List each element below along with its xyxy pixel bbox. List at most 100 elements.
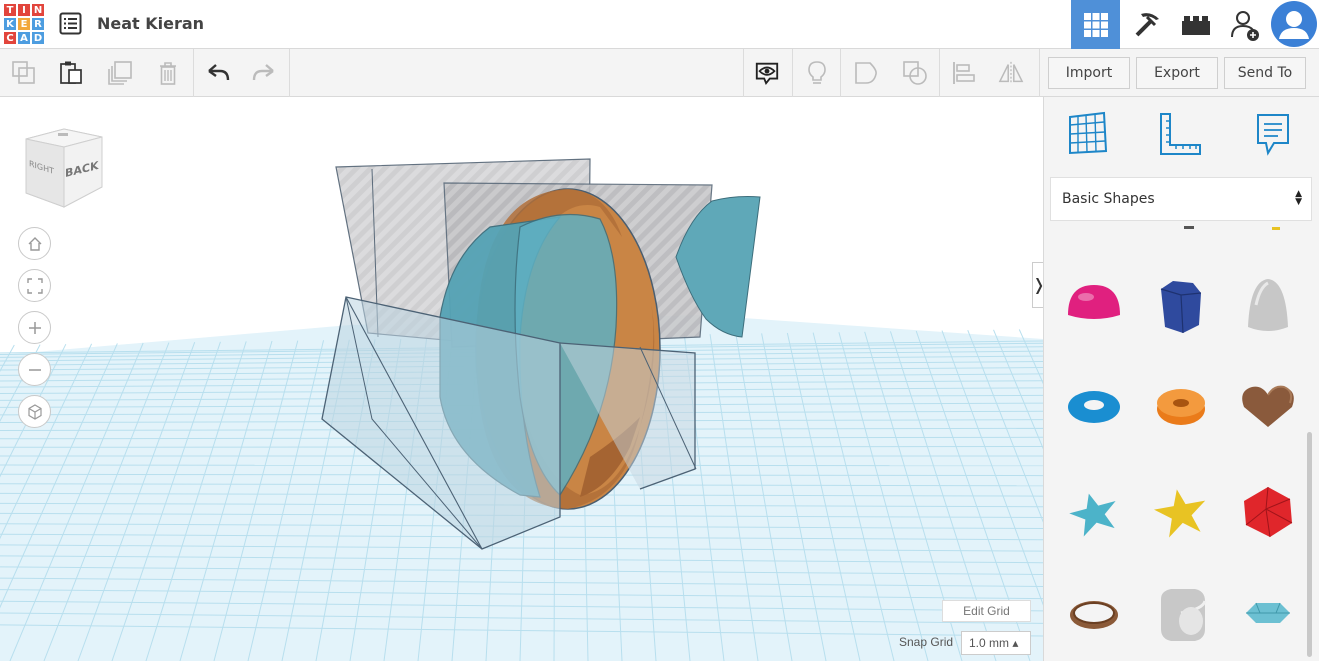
torus-icon [1068,391,1120,423]
align-icon [953,62,975,84]
copy-icon [12,61,35,84]
perspective-button[interactable] [18,395,51,428]
paste-button[interactable] [58,60,84,86]
workplane-tool-button[interactable] [1066,111,1110,157]
design-list-icon[interactable] [59,12,82,35]
ungroup-button[interactable] [902,60,928,86]
snap-grid-select[interactable]: 1.0 mm ▴ [961,631,1031,655]
shape-star-gold[interactable] [1151,481,1211,541]
grid-icon [1083,12,1108,37]
3d-design-view-button[interactable] [1071,0,1120,49]
shape-torus[interactable] [1064,377,1124,437]
shape-tile-partial [1184,226,1194,229]
home-view-button[interactable] [18,227,51,260]
fit-view-button[interactable] [18,269,51,302]
brick-icon [1181,15,1210,35]
paraboloid-icon [1248,279,1288,331]
zoom-out-button[interactable] [18,353,51,386]
icosahedron-icon [1244,486,1293,538]
star-gold-icon [1154,489,1206,538]
toolbar-separator [792,49,793,97]
logo-letter: N [31,3,45,17]
ungroup-icon [903,61,927,85]
toolbar-separator [193,49,194,97]
delete-button[interactable] [155,60,181,86]
view-cube[interactable]: BACK RIGHT [20,125,106,216]
duplicate-icon [108,61,132,85]
ring-icon [1070,601,1118,629]
ruler-icon [1160,113,1201,155]
logo-letter: I [17,3,31,17]
logo-letter: K [3,17,17,31]
minus-icon [28,368,41,371]
add-user-icon [1230,10,1259,41]
import-button[interactable]: Import [1048,57,1130,89]
heart-icon [1242,385,1294,427]
add-user-button[interactable] [1220,0,1269,49]
shape-heart[interactable] [1238,377,1298,437]
redo-button[interactable] [251,60,277,86]
ruler-tool-button[interactable] [1158,111,1202,157]
workplane[interactable]: BACK RIGHT Edit Grid Snap Grid 1.0 mm ▴ [0,97,1043,661]
redo-icon [252,64,274,81]
shape-tube[interactable] [1151,377,1211,437]
export-button[interactable]: Export [1136,57,1218,89]
shape-paraboloid[interactable] [1238,275,1298,335]
logo-letter: A [17,31,31,45]
design-title[interactable]: Neat Kieran [97,14,204,33]
user-icon [1272,2,1316,46]
show-all-button[interactable] [754,60,780,86]
paste-icon [60,61,82,84]
align-button[interactable] [951,60,977,86]
codeblocks-button[interactable] [1122,0,1171,49]
plus-icon [28,321,41,334]
fit-icon [26,277,43,294]
mirror-icon [998,61,1024,85]
logo-letter: E [17,17,31,31]
notes-button[interactable] [804,60,830,86]
shape-ring[interactable] [1064,583,1124,643]
shape-star[interactable] [1064,481,1124,541]
lightbulb-icon [808,61,826,84]
edit-grid-button[interactable]: Edit Grid [942,600,1031,622]
logo-letter: T [3,3,17,17]
edit-toolbar: Import Export Send To [0,49,1319,97]
shape-category-label: Basic Shapes [1062,191,1155,207]
shapes-scrollbar[interactable] [1307,432,1312,657]
shape-icosahedron[interactable] [1238,481,1298,541]
undo-icon [208,64,230,81]
copy-button[interactable] [11,60,37,86]
diamond-icon [1246,602,1290,623]
zoom-in-button[interactable] [18,311,51,344]
rounded-cube-icon [1161,589,1207,641]
toolbar-separator [743,49,744,97]
polygon-icon [1160,281,1202,334]
shape-category-select[interactable]: Basic Shapes ▲ ▼ [1050,177,1312,221]
undo-button[interactable] [205,60,231,86]
select-arrows-icon: ▲ ▼ [1295,189,1302,207]
duplicate-button[interactable] [107,60,133,86]
user-avatar[interactable] [1271,1,1317,47]
shape-rounded-cube[interactable] [1151,583,1211,643]
toolbar-separator [939,49,940,97]
tube-icon [1157,389,1205,425]
trash-icon [160,62,176,85]
workplane-icon [1069,111,1108,155]
group-icon [855,62,877,84]
notes-tool-button[interactable] [1250,111,1294,157]
eye-icon [755,62,779,86]
group-button[interactable] [853,60,879,86]
cube-icon [27,403,42,420]
mirror-button[interactable] [998,60,1024,86]
toolbar-separator [1039,49,1040,97]
shape-half-sphere[interactable] [1064,275,1124,335]
toolbar-separator [289,49,290,97]
tinkercad-logo[interactable]: TINKERCAD [3,3,45,45]
logo-letter: R [31,17,45,31]
shape-diamond[interactable] [1238,583,1298,643]
send-to-button[interactable]: Send To [1224,57,1306,89]
bricks-button[interactable] [1171,0,1220,49]
shape-polygon[interactable] [1151,275,1211,335]
top-bar: TINKERCAD Neat Kieran [0,0,1319,49]
3d-scene[interactable] [0,97,1043,661]
